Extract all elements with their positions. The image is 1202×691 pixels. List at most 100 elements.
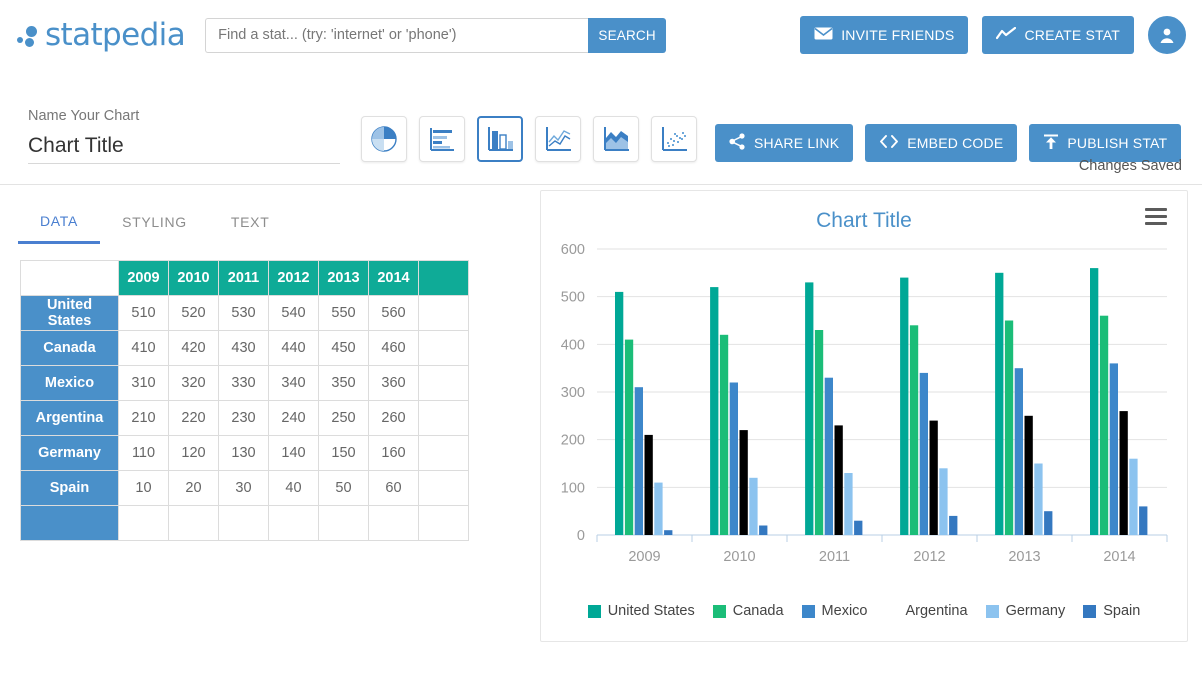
table-cell[interactable]: 20 — [168, 470, 219, 506]
table-cell[interactable] — [418, 470, 469, 506]
table-column-header[interactable]: 2010 — [168, 260, 219, 296]
hamburger-menu-icon[interactable] — [1145, 208, 1167, 229]
table-cell[interactable]: 140 — [268, 435, 319, 471]
horizontal-bar-chart-type-button[interactable] — [419, 116, 465, 162]
table-cell[interactable]: 340 — [268, 365, 319, 401]
table-row-header[interactable]: Spain — [20, 470, 119, 506]
tab-data[interactable]: DATA — [18, 203, 101, 244]
table-cell[interactable]: 450 — [318, 330, 369, 366]
table-column-header[interactable]: 2014 — [368, 260, 419, 296]
table-cell[interactable]: 530 — [218, 295, 269, 331]
data-table[interactable]: 2009 2010 2011 2012 2013 2014 United Sta… — [20, 260, 469, 541]
table-row-header[interactable]: Canada — [20, 330, 119, 366]
search-input[interactable] — [205, 17, 589, 53]
user-avatar-icon[interactable] — [1148, 16, 1186, 54]
tab-text[interactable]: TEXT — [209, 203, 292, 244]
area-chart-type-button[interactable] — [593, 116, 639, 162]
pie-chart-type-button[interactable] — [361, 116, 407, 162]
column-chart-type-button[interactable] — [477, 116, 523, 162]
table-cell[interactable] — [368, 505, 419, 541]
table-cell[interactable]: 110 — [118, 435, 169, 471]
legend-item[interactable]: Canada — [712, 603, 784, 619]
table-row-header[interactable]: Argentina — [20, 400, 119, 436]
table-cell[interactable]: 310 — [118, 365, 169, 401]
invite-friends-button[interactable]: INVITE FRIENDS — [800, 16, 969, 54]
table-cell[interactable]: 60 — [368, 470, 419, 506]
table-cell[interactable]: 360 — [368, 365, 419, 401]
table-cell[interactable]: 320 — [168, 365, 219, 401]
table-cell[interactable] — [318, 505, 369, 541]
table-cell[interactable]: 160 — [368, 435, 419, 471]
svg-text:2009: 2009 — [628, 549, 660, 565]
legend-item[interactable]: Spain — [1083, 603, 1140, 619]
table-cell[interactable] — [418, 400, 469, 436]
table-cell[interactable]: 540 — [268, 295, 319, 331]
table-cell[interactable]: 40 — [268, 470, 319, 506]
line-chart-type-button[interactable] — [535, 116, 581, 162]
table-row-header[interactable]: Germany — [20, 435, 119, 471]
table-column-header[interactable]: 2011 — [218, 260, 269, 296]
table-row-header[interactable]: Mexico — [20, 365, 119, 401]
table-cell[interactable] — [418, 330, 469, 366]
chart-name-input[interactable] — [28, 134, 340, 164]
table-cell[interactable]: 130 — [218, 435, 269, 471]
table-cell[interactable] — [218, 505, 269, 541]
table-cell[interactable]: 250 — [318, 400, 369, 436]
embed-code-button[interactable]: EMBED CODE — [865, 124, 1018, 162]
table-row-header[interactable] — [20, 505, 119, 541]
table-cell[interactable]: 520 — [168, 295, 219, 331]
table-cell[interactable]: 10 — [118, 470, 169, 506]
table-cell[interactable]: 260 — [368, 400, 419, 436]
share-icon — [729, 133, 746, 153]
table-cell[interactable]: 120 — [168, 435, 219, 471]
table-cell[interactable]: 30 — [218, 470, 269, 506]
table-cell[interactable]: 150 — [318, 435, 369, 471]
table-cell[interactable]: 510 — [118, 295, 169, 331]
statpedia-logo[interactable]: statpedia — [16, 17, 186, 53]
search-button[interactable]: SEARCH — [588, 17, 667, 53]
table-cell[interactable] — [168, 505, 219, 541]
table-cell[interactable] — [418, 435, 469, 471]
table-column-header[interactable]: 2012 — [268, 260, 319, 296]
table-column-header-empty[interactable] — [418, 260, 469, 296]
legend-item[interactable]: Mexico — [801, 603, 867, 619]
share-link-button[interactable]: SHARE LINK — [715, 124, 854, 162]
legend-item[interactable]: Argentina — [885, 603, 967, 619]
table-cell[interactable] — [118, 505, 169, 541]
table-column-header[interactable]: 2009 — [118, 260, 169, 296]
table-cell[interactable]: 460 — [368, 330, 419, 366]
svg-text:2014: 2014 — [1103, 549, 1135, 565]
search-bar: SEARCH — [205, 17, 667, 53]
chart-toolbar: Name Your Chart Chart Title SHARE LINK E… — [0, 70, 1202, 185]
table-cell[interactable] — [418, 505, 469, 541]
svg-text:200: 200 — [561, 433, 585, 449]
table-cell[interactable] — [268, 505, 319, 541]
tab-styling[interactable]: STYLING — [100, 203, 209, 244]
table-cell[interactable]: 230 — [218, 400, 269, 436]
table-cell[interactable]: 50 — [318, 470, 369, 506]
table-cell[interactable]: 330 — [218, 365, 269, 401]
table-column-header[interactable]: 2013 — [318, 260, 369, 296]
table-cell[interactable]: 430 — [218, 330, 269, 366]
table-cell[interactable]: 440 — [268, 330, 319, 366]
table-cell[interactable] — [418, 365, 469, 401]
table-cell[interactable]: 550 — [318, 295, 369, 331]
table-cell[interactable]: 210 — [118, 400, 169, 436]
create-stat-button[interactable]: CREATE STAT — [982, 16, 1134, 54]
table-cell[interactable]: 410 — [118, 330, 169, 366]
table-cell[interactable]: 220 — [168, 400, 219, 436]
legend-item[interactable]: United States — [587, 603, 695, 619]
chart-action-buttons: SHARE LINK EMBED CODE PUBLISH STAT — [715, 124, 1182, 184]
svg-text:2011: 2011 — [819, 549, 850, 565]
table-cell[interactable] — [418, 295, 469, 331]
publish-stat-button[interactable]: PUBLISH STAT — [1029, 124, 1182, 162]
table-cell[interactable]: 350 — [318, 365, 369, 401]
table-cell[interactable]: 240 — [268, 400, 319, 436]
table-cell[interactable]: 560 — [368, 295, 419, 331]
legend-item[interactable]: Germany — [985, 603, 1065, 619]
table-row-header[interactable]: United States — [20, 295, 119, 331]
legend-swatch-icon — [885, 605, 898, 618]
scatter-chart-type-button[interactable] — [651, 116, 697, 162]
table-cell[interactable]: 420 — [168, 330, 219, 366]
legend-swatch-icon — [712, 604, 726, 618]
